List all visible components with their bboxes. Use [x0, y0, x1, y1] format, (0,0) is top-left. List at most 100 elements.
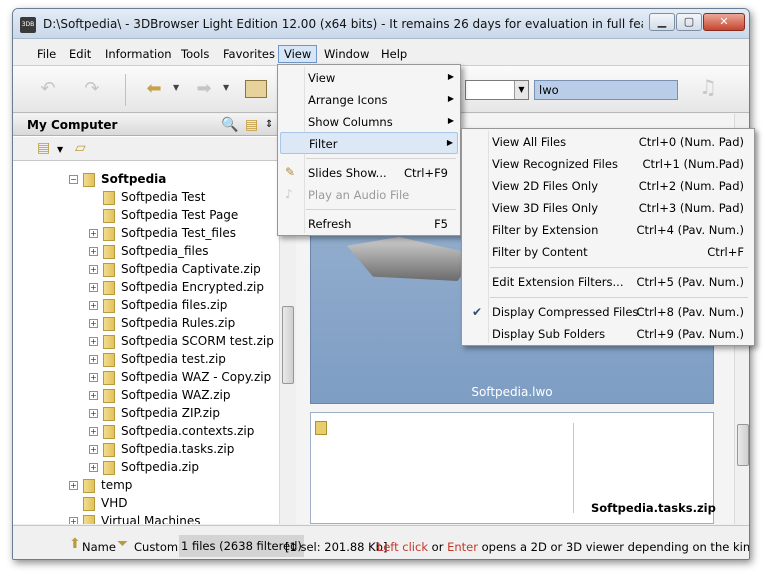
tree-item[interactable]: + Softpedia WAZ - Copy.zip [13, 369, 279, 387]
expand-icon[interactable]: + [89, 391, 98, 400]
expand-icon[interactable]: + [89, 373, 98, 382]
tree-item[interactable]: Softpedia Test [13, 189, 279, 207]
filter-view-2d-files[interactable]: View 2D Files Only Ctrl+2 (Num. Pad) [464, 175, 752, 197]
tree-item[interactable]: + Softpedia test.zip [13, 351, 279, 369]
tree-scrollbar-thumb[interactable] [282, 306, 294, 384]
thumbnail-softpedia-tasks-zip[interactable]: Softpedia.tasks.zip [310, 412, 716, 524]
view-menu-filter[interactable]: Filter ▶ [280, 132, 458, 154]
collapse-icon[interactable]: − [69, 175, 78, 184]
expand-icon[interactable]: + [89, 229, 98, 238]
menu-view[interactable]: View [278, 45, 318, 63]
title-bar[interactable]: 3DB D:\Softpedia\ - 3DBrowser Light Edit… [13, 9, 749, 39]
view-menu-arrange-icons[interactable]: Arrange Icons ▶ [280, 89, 458, 111]
tree-item[interactable]: Softpedia Test Page [13, 207, 279, 225]
tree-item[interactable]: + Softpedia Test_files [13, 225, 279, 243]
chevron-down-icon[interactable]: ▼ [514, 81, 528, 99]
forward-arrow-icon[interactable]: ➡ [191, 78, 217, 100]
folder-up-icon[interactable] [245, 80, 267, 98]
tree-item[interactable]: + Softpedia ZIP.zip [13, 405, 279, 423]
menu-window[interactable]: Window [318, 45, 375, 63]
forward-dropdown-icon[interactable]: ▼ [223, 83, 231, 92]
tree-item[interactable]: − Softpedia [13, 171, 279, 189]
tree-item[interactable]: + Softpedia_files [13, 243, 279, 261]
filter-edit-extension-filters[interactable]: Edit Extension Filters... Ctrl+5 (Pav. N… [464, 271, 752, 293]
tree-item[interactable]: + Softpedia.tasks.zip [13, 441, 279, 459]
expand-icon[interactable]: + [89, 319, 98, 328]
menu-file[interactable]: File [31, 45, 62, 63]
filter-display-compressed-files[interactable]: ✔ Display Compressed Files Ctrl+8 (Pav. … [464, 301, 752, 323]
tree-item[interactable]: + Softpedia.zip [13, 459, 279, 477]
menu-item-label: Refresh [308, 217, 352, 231]
thumbnail-scrollbar-thumb[interactable] [737, 424, 749, 466]
filter-display-sub-folders[interactable]: Display Sub Folders Ctrl+9 (Pav. Num.) [464, 323, 752, 345]
filter-view-recognized-files[interactable]: View Recognized Files Ctrl+1 (Num.Pad) [464, 153, 752, 175]
filter-view-all-files[interactable]: View All Files Ctrl+0 (Num. Pad) [464, 131, 752, 153]
app-icon[interactable]: 3DB [20, 17, 36, 33]
tree-item[interactable]: + Softpedia Captivate.zip [13, 261, 279, 279]
tree-item[interactable]: + Softpedia SCORM test.zip [13, 333, 279, 351]
search-icon[interactable]: 🔍 [221, 117, 238, 133]
expand-icon[interactable]: + [69, 517, 78, 524]
tree-item[interactable]: + Softpedia Encrypted.zip [13, 279, 279, 297]
tree-item-label: Softpedia_files [121, 244, 209, 258]
back-history-icon[interactable]: ↶ [35, 78, 61, 100]
menu-information[interactable]: Information [99, 45, 178, 63]
view-menu-show-columns[interactable]: Show Columns ▶ [280, 111, 458, 133]
minimize-button[interactable]: ▁ [649, 13, 675, 31]
menu-item-label: Filter by Content [492, 245, 588, 259]
tree-options-icon[interactable]: ▤ [37, 140, 50, 156]
tree-item[interactable]: + Softpedia WAZ.zip [13, 387, 279, 405]
new-folder-icon[interactable]: ▱ [75, 140, 86, 156]
filter-by-content[interactable]: Filter by Content Ctrl+F [464, 241, 752, 263]
submenu-arrow-icon: ▶ [447, 72, 454, 81]
music-note-icon[interactable]: ♫ [699, 75, 717, 99]
expand-icon[interactable]: + [89, 247, 98, 256]
expand-icon[interactable]: + [69, 481, 78, 490]
view-menu-view[interactable]: View ▶ [280, 67, 458, 89]
slideshow-icon: ✎ [285, 165, 296, 179]
menu-item-label: Edit Extension Filters... [492, 275, 624, 289]
view-menu-refresh[interactable]: Refresh F5 [280, 213, 458, 235]
menu-edit[interactable]: Edit [63, 45, 97, 63]
tree-view-icon[interactable]: ▤ [245, 117, 258, 133]
status-message: Left click or Enter opens a 2D or 3D vie… [377, 540, 749, 554]
filter-input[interactable]: lwo [534, 80, 678, 100]
sort-up-icon[interactable]: ⬆ [69, 536, 81, 552]
sort-name-button[interactable]: Name [82, 540, 116, 554]
expand-icon[interactable]: + [89, 265, 98, 274]
tree-item[interactable]: + Softpedia Rules.zip [13, 315, 279, 333]
expand-icon[interactable]: + [89, 301, 98, 310]
forward-history-icon[interactable]: ↷ [79, 78, 105, 100]
menu-favorites[interactable]: Favorites [217, 45, 281, 63]
back-arrow-icon[interactable]: ⬅ [141, 78, 167, 100]
tree-item[interactable]: + temp [13, 477, 279, 495]
maximize-button[interactable]: ▢ [676, 13, 702, 31]
filter-view-3d-files[interactable]: View 3D Files Only Ctrl+3 (Num. Pad) [464, 197, 752, 219]
sort-icon[interactable]: ⇕ [265, 119, 273, 130]
funnel-icon[interactable]: ⏷ [117, 536, 128, 552]
tree-item[interactable]: + Softpedia files.zip [13, 297, 279, 315]
tree-options-dropdown-icon[interactable]: ▼ [57, 145, 63, 154]
expand-icon[interactable]: + [89, 427, 98, 436]
menu-item-shortcut: Ctrl+3 (Num. Pad) [638, 201, 744, 215]
custom-filter-button[interactable]: Custom [134, 540, 178, 554]
expand-icon[interactable]: + [89, 337, 98, 346]
expand-icon[interactable]: + [89, 445, 98, 454]
tree-item-label: Softpedia Test [121, 190, 206, 204]
filter-by-extension[interactable]: Filter by Extension Ctrl+4 (Pav. Num.) [464, 219, 752, 241]
close-button[interactable]: ✕ [703, 13, 745, 31]
back-dropdown-icon[interactable]: ▼ [173, 83, 181, 92]
expand-icon[interactable]: + [89, 409, 98, 418]
tree-item[interactable]: + Virtual Machines [13, 513, 279, 524]
folder-icon [83, 515, 95, 524]
expand-icon[interactable]: + [89, 463, 98, 472]
tree-item-label: Softpedia ZIP.zip [121, 406, 220, 420]
menu-tools[interactable]: Tools [175, 45, 215, 63]
menu-help[interactable]: Help [375, 45, 413, 63]
tree-item[interactable]: VHD [13, 495, 279, 513]
view-menu-slides-show[interactable]: ✎ Slides Show... Ctrl+F9 [280, 162, 458, 184]
expand-icon[interactable]: + [89, 283, 98, 292]
expand-icon[interactable]: + [89, 355, 98, 364]
tree-item[interactable]: + Softpedia.contexts.zip [13, 423, 279, 441]
menu-item-shortcut: F5 [434, 217, 448, 231]
